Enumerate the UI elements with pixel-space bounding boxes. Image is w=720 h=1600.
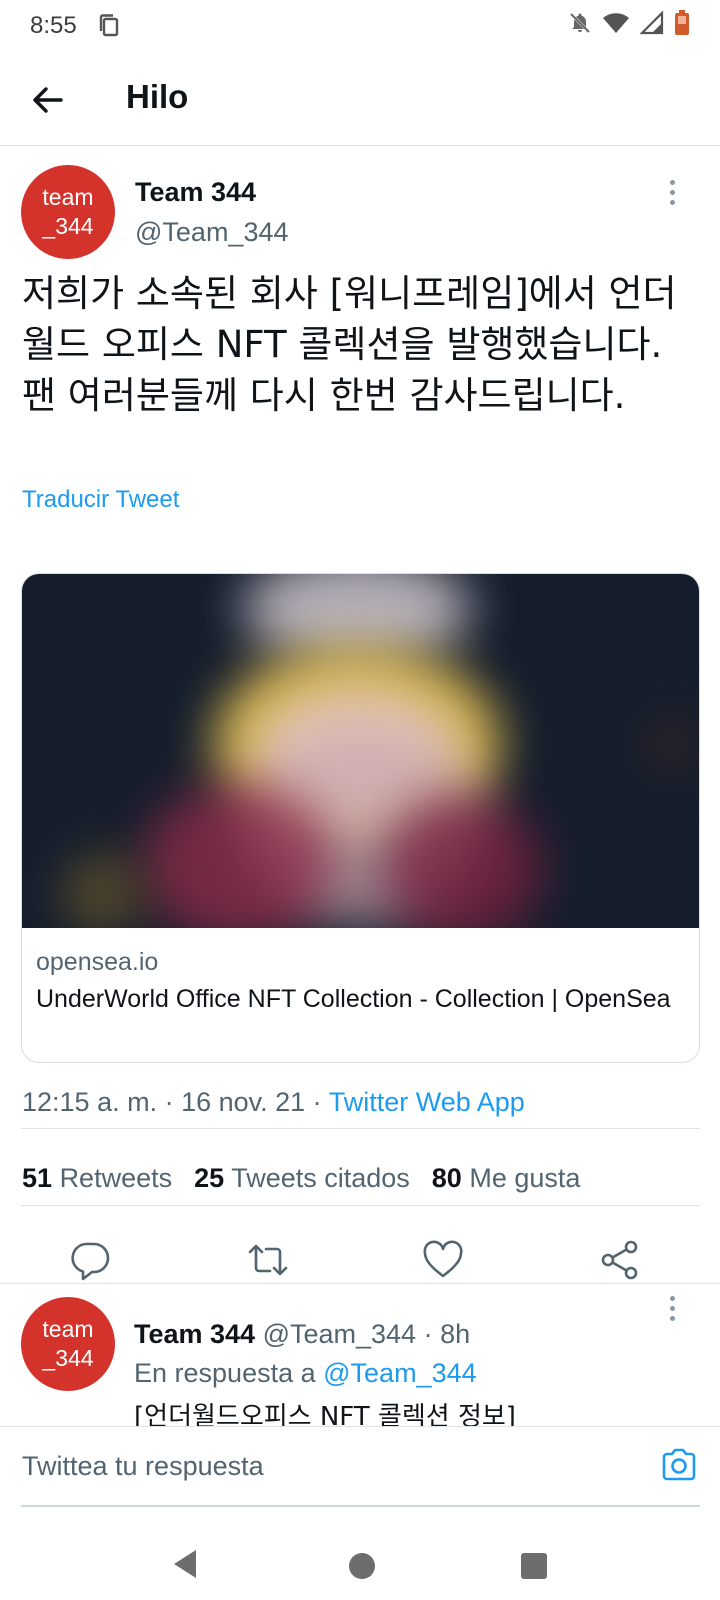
link-domain: opensea.io bbox=[36, 948, 159, 976]
nav-home-icon[interactable] bbox=[349, 1553, 375, 1579]
system-nav-bar bbox=[0, 1530, 720, 1600]
status-time: 8:55 bbox=[30, 12, 77, 39]
avatar-text-line1: team bbox=[42, 1316, 94, 1342]
composer-underline bbox=[21, 1505, 700, 1507]
avatar[interactable]: team _344 bbox=[21, 165, 115, 259]
avatar-text-line2: _344 bbox=[42, 213, 94, 239]
battery-icon bbox=[674, 10, 690, 42]
wifi-icon bbox=[602, 11, 630, 41]
link-preview-card[interactable]: opensea.io UnderWorld Office NFT Collect… bbox=[21, 573, 700, 1063]
app-bar: Hilo bbox=[0, 52, 720, 146]
share-icon[interactable] bbox=[598, 1238, 642, 1282]
avatar-text-line2: _344 bbox=[42, 1345, 94, 1371]
tweet-timestamp: 12:15 a. m. · 16 nov. 21 · bbox=[22, 1087, 329, 1117]
tweet-timestamp-row: 12:15 a. m. · 16 nov. 21 · Twitter Web A… bbox=[22, 1087, 525, 1118]
reply-handle-time: @Team_344 · 8h bbox=[255, 1319, 471, 1349]
nav-recents-icon[interactable] bbox=[521, 1553, 547, 1579]
link-title: UnderWorld Office NFT Collection - Colle… bbox=[36, 985, 671, 1013]
likes-stat[interactable]: 80 Me gusta bbox=[432, 1163, 581, 1193]
back-arrow-icon[interactable] bbox=[30, 82, 66, 118]
signal-icon bbox=[639, 10, 664, 41]
reply-icon[interactable] bbox=[68, 1238, 112, 1282]
reply-text: [언더월드오피스 NFT 콜렉션 정보] bbox=[134, 1402, 516, 1426]
reply-input[interactable]: Twittea tu respuesta bbox=[22, 1451, 264, 1482]
camera-icon[interactable] bbox=[660, 1447, 698, 1483]
link-preview-image bbox=[22, 574, 699, 928]
status-bar: 8:55 bbox=[0, 0, 720, 52]
nav-back-icon[interactable] bbox=[172, 1548, 198, 1584]
like-heart-icon[interactable] bbox=[421, 1238, 465, 1282]
more-options-icon[interactable] bbox=[662, 1296, 682, 1326]
more-options-icon[interactable] bbox=[662, 180, 682, 210]
tweet-stats: 51 Retweets 25 Tweets citados 80 Me gusta bbox=[22, 1163, 580, 1194]
tweet-source-link[interactable]: Twitter Web App bbox=[329, 1087, 525, 1117]
divider bbox=[21, 1128, 700, 1129]
notifications-off-icon bbox=[568, 11, 592, 41]
divider bbox=[0, 1283, 720, 1284]
replying-to: En respuesta a @Team_344 bbox=[134, 1358, 477, 1388]
author-handle[interactable]: @Team_344 bbox=[135, 217, 289, 248]
reply-avatar[interactable]: team _344 bbox=[21, 1297, 115, 1391]
reply-header: Team 344 @Team_344 · 8h bbox=[134, 1319, 470, 1350]
divider bbox=[21, 1205, 700, 1206]
replying-to-mention[interactable]: @Team_344 bbox=[323, 1358, 477, 1388]
status-icons bbox=[568, 10, 690, 42]
copy-icon bbox=[99, 14, 121, 38]
tweet-text: 저희가 소속된 회사 [워니프레임]에서 언더월드 오피스 NFT 콜렉션을 발… bbox=[22, 272, 677, 417]
tweet-actions bbox=[0, 1238, 720, 1304]
quote-tweets-stat[interactable]: 25 Tweets citados bbox=[194, 1163, 410, 1193]
reply-composer[interactable]: Twittea tu respuesta bbox=[0, 1426, 720, 1508]
author-name[interactable]: Team 344 bbox=[135, 177, 256, 208]
translate-tweet-link[interactable]: Traducir Tweet bbox=[22, 486, 179, 514]
retweets-stat[interactable]: 51 Retweets bbox=[22, 1163, 172, 1193]
reply-author-name[interactable]: Team 344 bbox=[134, 1319, 255, 1349]
avatar-text-line1: team bbox=[42, 184, 94, 210]
page-title: Hilo bbox=[126, 78, 189, 115]
retweet-icon[interactable] bbox=[246, 1238, 290, 1282]
